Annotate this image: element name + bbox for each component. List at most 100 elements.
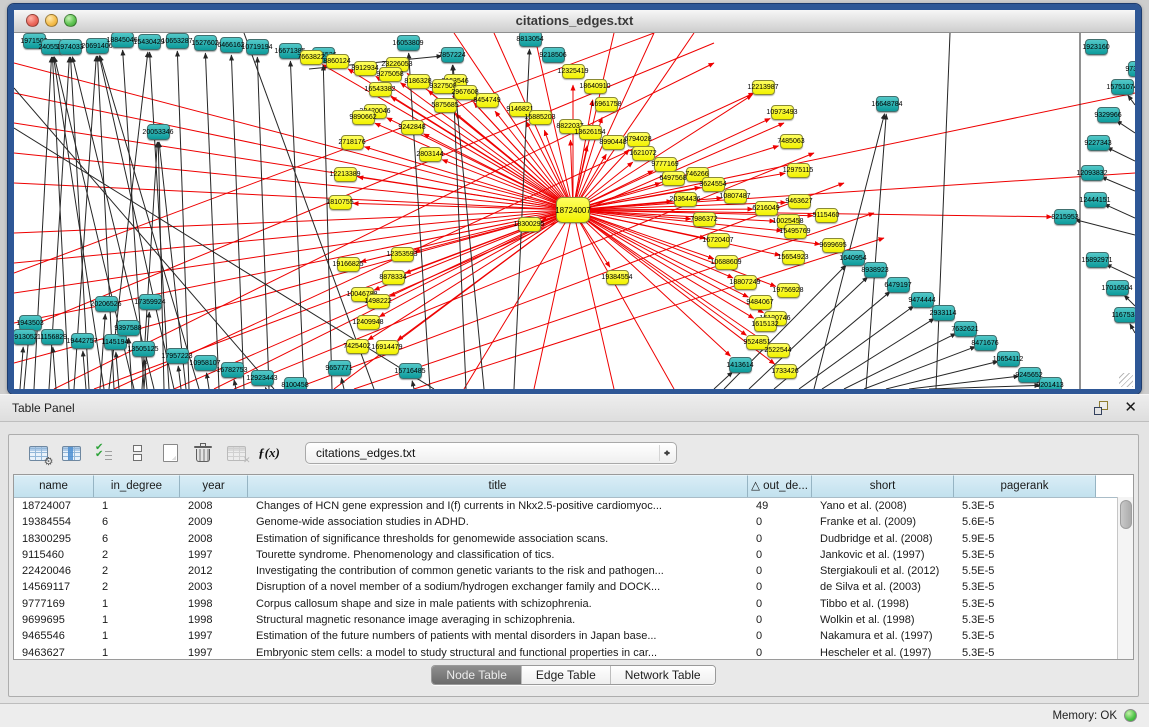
table-row[interactable]: 2242004622012Investigating the contribut… — [14, 563, 1133, 579]
graph-node[interactable]: 8878334 — [382, 270, 405, 285]
graph-node[interactable]: 15495769 — [784, 224, 807, 239]
graph-node[interactable]: 6497568 — [662, 171, 685, 186]
graph-node[interactable]: 17359924 — [139, 294, 162, 310]
graph-node[interactable]: 12409948 — [357, 315, 380, 330]
graph-node[interactable]: 7632621 — [954, 321, 977, 337]
graph-node[interactable]: 1621072 — [632, 146, 655, 161]
graph-node[interactable]: 3624554 — [702, 177, 725, 192]
graph-node[interactable]: 8186328 — [407, 74, 430, 89]
table-row[interactable]: 1872400712008Changes of HCN gene express… — [14, 498, 1133, 514]
graph-node[interactable]: 18640910 — [584, 79, 607, 94]
graph-node[interactable]: 16914479 — [376, 340, 399, 355]
graph-node[interactable]: 9329966 — [1097, 107, 1120, 123]
graph-node[interactable]: 2803144 — [419, 147, 442, 162]
graph-node[interactable]: 15751074 — [1111, 79, 1134, 95]
table-row[interactable]: 969969511998Structural magnetic resonanc… — [14, 612, 1133, 628]
column-header-in_degree[interactable]: in_degree — [94, 475, 180, 497]
table-row[interactable]: 1938455462009Genome-wide association stu… — [14, 514, 1133, 530]
graph-node[interactable]: 9275058 — [379, 67, 402, 82]
graph-node[interactable]: 1923160 — [1085, 39, 1108, 55]
table-scrollbar[interactable] — [1117, 497, 1133, 659]
graph-node[interactable]: 9115460 — [815, 208, 838, 223]
graph-node[interactable]: 1167533 — [1114, 307, 1136, 323]
graph-node[interactable]: 19384554 — [606, 270, 629, 285]
graph-node[interactable]: 13626154 — [579, 125, 602, 140]
graph-node[interactable]: 9484067 — [749, 295, 772, 310]
graph-node[interactable]: 1640954 — [842, 250, 865, 266]
graph-node[interactable]: 15716485 — [399, 363, 422, 379]
column-header-out_degree[interactable]: △ out_de... — [748, 475, 812, 497]
graph-node[interactable]: 9227343 — [1087, 135, 1110, 151]
graph-node[interactable]: 16961758 — [595, 97, 618, 112]
graph-node[interactable]: 16648784 — [876, 96, 899, 112]
graph-node[interactable]: 12213987 — [752, 80, 775, 95]
column-visibility-icon[interactable] — [58, 441, 84, 465]
scrollbar-thumb[interactable] — [1120, 500, 1132, 529]
graph-node[interactable]: 8912934 — [354, 61, 377, 76]
graph-node[interactable]: 16782753 — [221, 362, 244, 378]
graph-node[interactable]: 19756928 — [777, 283, 800, 298]
graph-node[interactable]: 18845046 — [111, 33, 134, 48]
graph-node[interactable]: 8454749 — [476, 93, 499, 108]
table-row[interactable]: 946554611997Estimation of the future num… — [14, 628, 1133, 644]
graph-node[interactable]: 12353593 — [391, 247, 414, 262]
graph-node[interactable]: 9699695 — [822, 238, 845, 253]
graph-node[interactable]: 9397588 — [117, 320, 140, 336]
graph-node[interactable]: 6466162 — [220, 37, 243, 53]
graph-node[interactable]: 8813054 — [519, 33, 542, 47]
graph-node[interactable]: 18724007 — [556, 197, 590, 223]
graph-node[interactable]: 10973493 — [771, 105, 794, 120]
graph-node[interactable]: 2522544 — [767, 343, 790, 358]
column-header-short[interactable]: short — [812, 475, 954, 497]
graph-node[interactable]: 8990448 — [602, 135, 625, 150]
table-select[interactable]: citations_edges.txt — [305, 442, 677, 464]
graph-node[interactable]: 8100458 — [284, 377, 307, 389]
close-window-button[interactable] — [26, 14, 39, 27]
row-checks-icon[interactable] — [91, 441, 117, 465]
graph-node[interactable]: 6794028 — [627, 132, 650, 147]
graph-node[interactable]: 20364436 — [674, 192, 697, 207]
function-builder-icon[interactable]: ƒ(x) — [256, 441, 282, 465]
graph-node[interactable]: 15430429 — [138, 34, 161, 50]
graph-node[interactable]: 12093832 — [1081, 165, 1104, 181]
graph-node[interactable]: 1413614 — [729, 357, 752, 373]
graph-node[interactable]: 12213389 — [334, 167, 357, 182]
table-row[interactable]: 911546021997Tourette syndrome. Phenomeno… — [14, 547, 1133, 563]
resize-grip-icon[interactable] — [1119, 373, 1133, 387]
network-canvas[interactable]: 1971508240557219740332069140618845046154… — [14, 33, 1135, 389]
tab-node-table[interactable]: Node Table — [432, 666, 521, 684]
graph-node[interactable]: 9242848 — [401, 120, 424, 135]
column-header-name[interactable]: name — [14, 475, 94, 497]
graph-node[interactable]: 2933114 — [932, 305, 955, 321]
graph-node[interactable]: 10807487 — [724, 189, 747, 204]
graph-node[interactable]: 15885203 — [529, 110, 552, 125]
graph-node[interactable]: 8471676 — [974, 335, 997, 351]
column-narrow-icon[interactable] — [124, 441, 150, 465]
graph-node[interactable]: 1498222 — [367, 294, 390, 309]
column-header-title[interactable]: title — [248, 475, 748, 497]
graph-node[interactable]: 1615132 — [754, 317, 777, 332]
graph-node[interactable]: 20691406 — [86, 38, 109, 54]
graph-node[interactable]: 12975115 — [787, 163, 810, 178]
graph-node[interactable]: 7663822 — [300, 50, 323, 65]
table-row[interactable]: 1456911722003Disruption of a novel membe… — [14, 579, 1133, 595]
table-row[interactable]: 977716911998Corpus callosum shape and si… — [14, 596, 1133, 612]
graph-node[interactable]: 19166825 — [337, 257, 360, 272]
graph-node[interactable]: 15654923 — [782, 250, 805, 265]
tab-edge-table[interactable]: Edge Table — [521, 666, 610, 684]
graph-node[interactable]: 7485063 — [780, 134, 803, 149]
graph-node[interactable]: 11156829 — [41, 329, 64, 345]
graph-node[interactable]: 20053346 — [147, 124, 170, 140]
tab-network-table[interactable]: Network Table — [610, 666, 715, 684]
graph-node[interactable]: 1810755 — [329, 195, 352, 210]
graph-node[interactable]: 8215953 — [1054, 209, 1077, 225]
graph-node[interactable]: 2718176 — [341, 135, 364, 150]
graph-node[interactable]: 9731987 — [1128, 61, 1136, 77]
graph-node[interactable]: 9201413 — [1039, 377, 1062, 389]
graph-node[interactable]: 1974033 — [59, 39, 82, 55]
network-window-titlebar[interactable]: citations_edges.txt — [14, 10, 1135, 33]
column-header-year[interactable]: year — [180, 475, 248, 497]
zoom-window-button[interactable] — [64, 14, 77, 27]
graph-node[interactable]: 16543382 — [369, 82, 392, 97]
graph-node[interactable]: 9890662 — [352, 110, 375, 125]
